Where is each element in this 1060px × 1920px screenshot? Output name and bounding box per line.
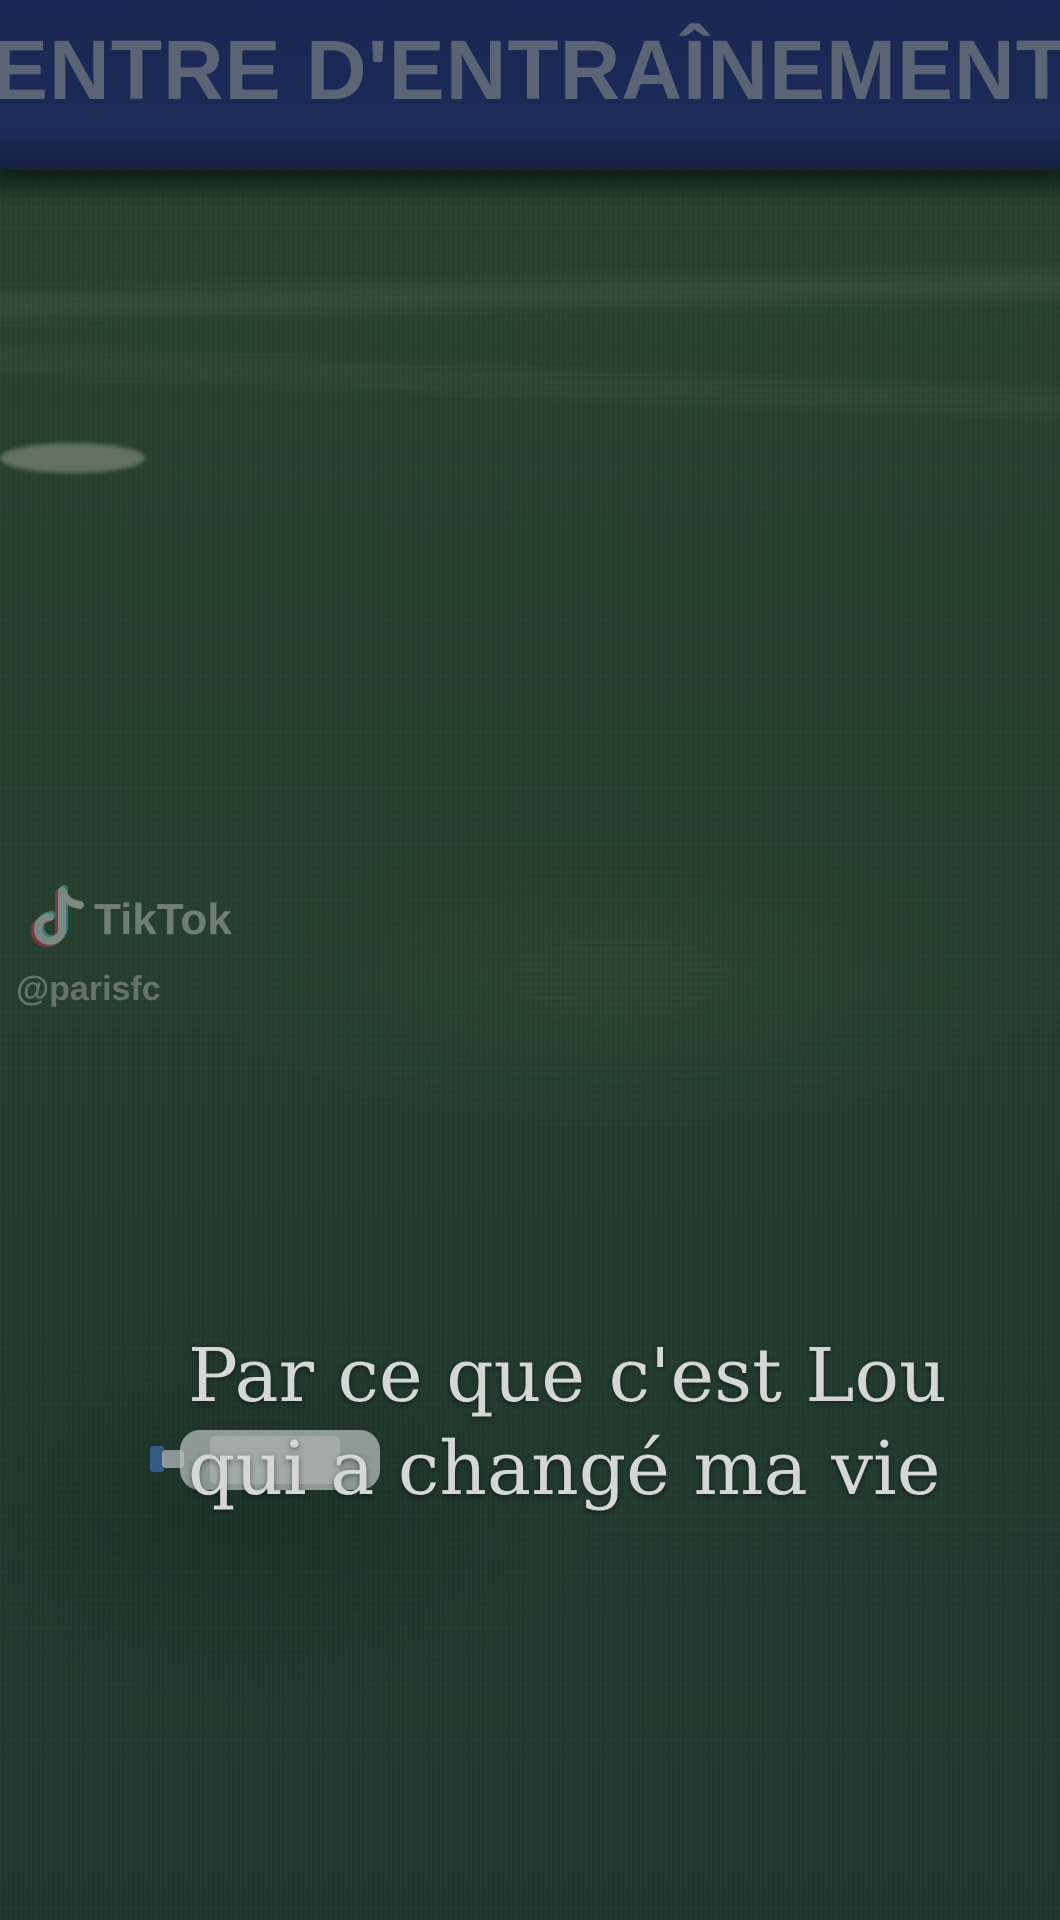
- banner-shadow: [0, 170, 1060, 210]
- field-marker: [0, 443, 145, 473]
- tiktok-logo-icon: [31, 885, 84, 947]
- tiktok-handle: @parisfc: [16, 970, 161, 1008]
- video-caption: Par ce que c'est Lou qui a changé ma vie: [188, 1330, 1008, 1516]
- tiktok-brand-text: TikTok: [94, 895, 232, 944]
- tiktok-watermark: TikTok: [26, 885, 232, 955]
- training-center-banner: ENTRE D'ENTRAÎNEMENT: [0, 0, 1060, 170]
- banner-text: ENTRE D'ENTRAÎNEMENT: [0, 23, 1060, 117]
- caption-line-1: Par ce que c'est Lou: [188, 1333, 947, 1419]
- caption-line-2: qui a changé ma vie: [188, 1426, 941, 1512]
- video-frame: ENTRE D'ENTRAÎNEMENT TikTok @parisfc Par…: [0, 0, 1060, 1920]
